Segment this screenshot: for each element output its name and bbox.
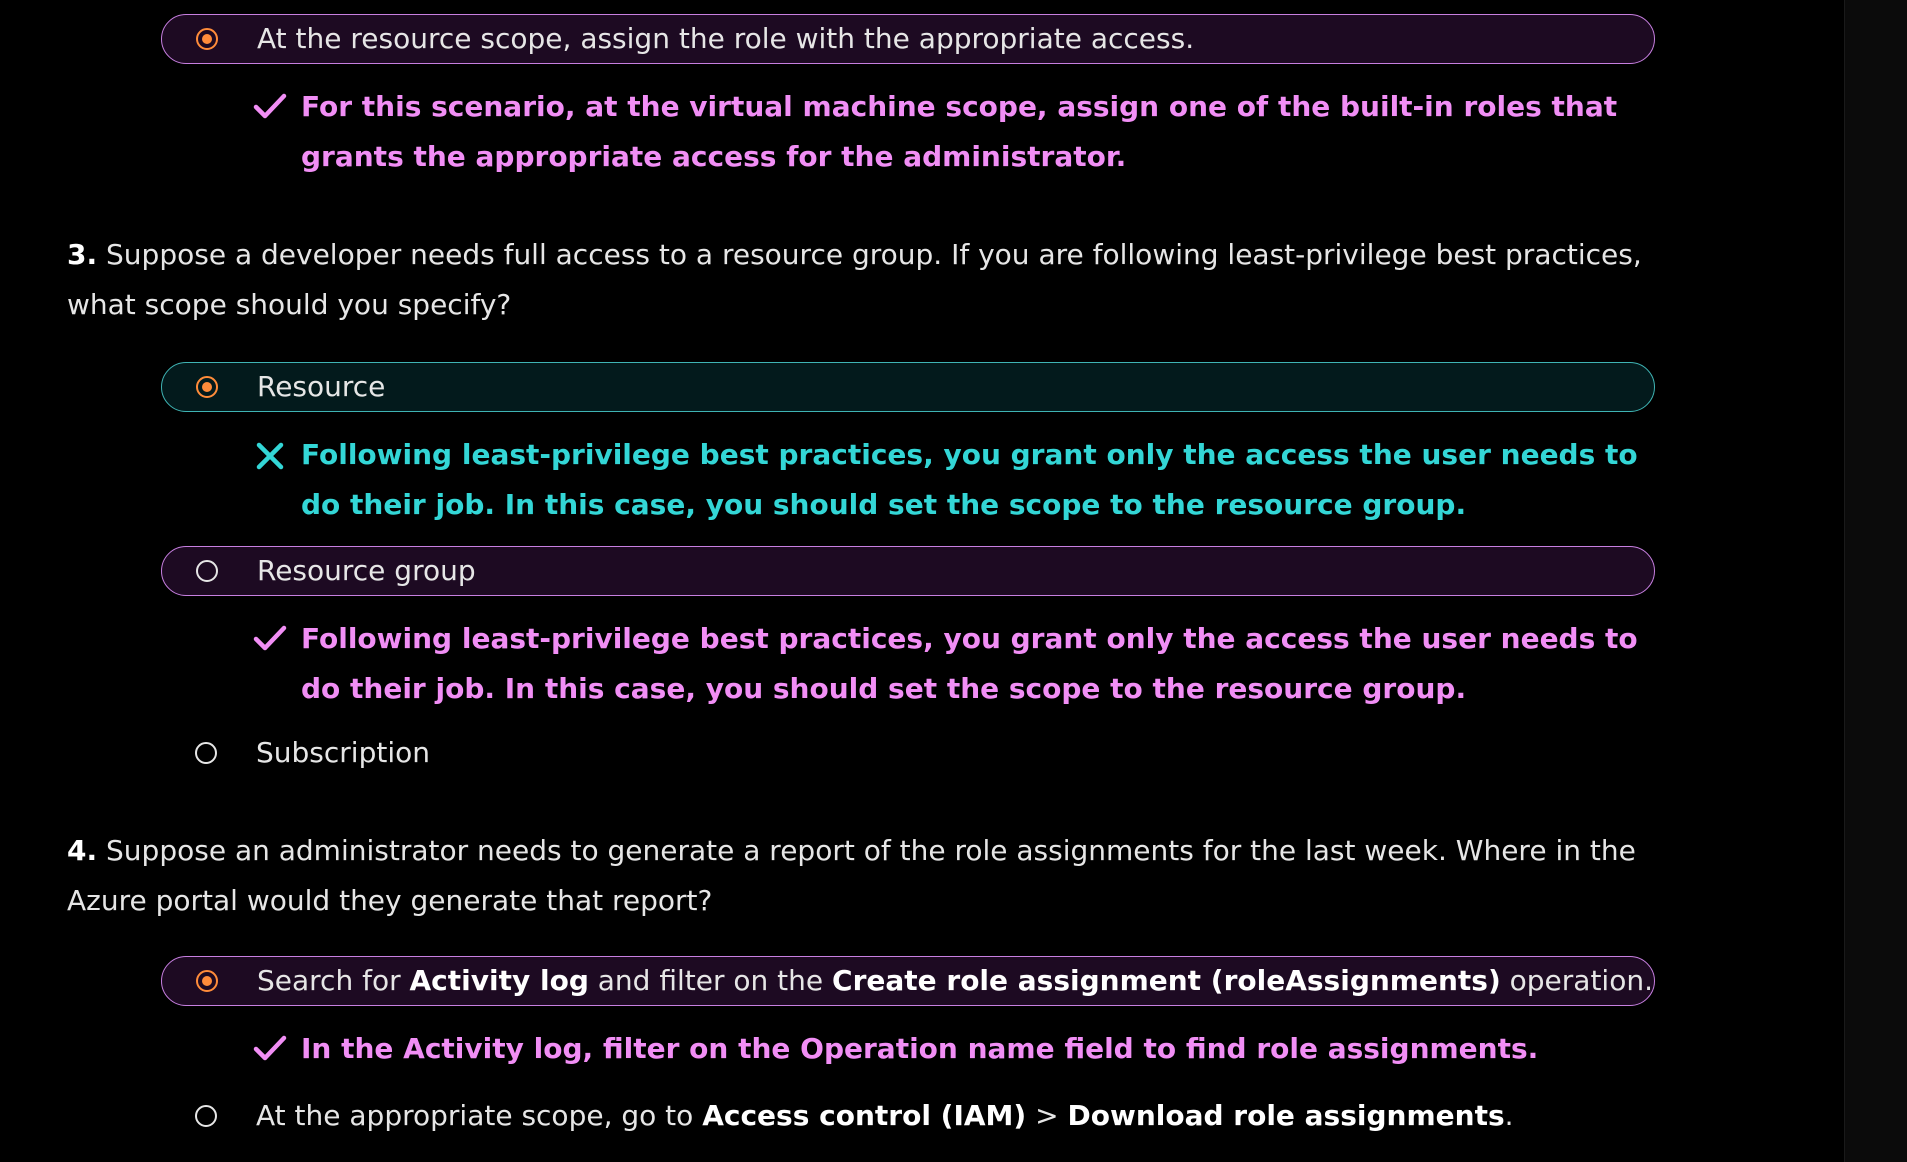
q3-feedback-incorrect-text: Following least-privilege best practices… [301, 438, 1638, 521]
question-4: 4. Suppose an administrator needs to gen… [67, 826, 1687, 926]
checkmark-icon [253, 614, 289, 664]
q3-feedback-correct: Following least-privilege best practices… [253, 614, 1653, 714]
radio-unselected-icon[interactable] [195, 1105, 217, 1127]
radio-unselected-icon[interactable] [196, 560, 218, 582]
radio-selected-icon[interactable] [196, 28, 218, 50]
vertical-scrollbar[interactable] [1844, 0, 1907, 1162]
q3-option-resource-group-label: Resource group [257, 554, 476, 587]
q4-option-activity-log-label: Search for Activity log and filter on th… [257, 964, 1653, 997]
q3-option-subscription[interactable]: Subscription [161, 728, 1655, 778]
question-3-number: 3. [67, 238, 98, 271]
checkmark-icon [253, 1024, 289, 1074]
q4-feedback-text: In the Activity log, filter on the Opera… [301, 1032, 1539, 1065]
q4-option-activity-log[interactable]: Search for Activity log and filter on th… [161, 956, 1655, 1006]
access-control-term: Access control (IAM) [702, 1099, 1027, 1132]
q2-feedback: For this scenario, at the virtual machin… [253, 82, 1653, 182]
radio-unselected-icon[interactable] [195, 742, 217, 764]
download-role-assignments-term: Download role assignments [1067, 1099, 1505, 1132]
q2-option-selected[interactable]: At the resource scope, assign the role w… [161, 14, 1655, 64]
radio-selected-icon[interactable] [196, 970, 218, 992]
question-3: 3. Suppose a developer needs full access… [67, 230, 1687, 330]
q3-option-resource-group[interactable]: Resource group [161, 546, 1655, 596]
question-4-number: 4. [67, 834, 98, 867]
q3-option-resource-label: Resource [257, 370, 386, 403]
q2-option-label: At the resource scope, assign the role w… [257, 22, 1195, 55]
x-mark-icon [253, 430, 289, 480]
radio-selected-icon[interactable] [196, 376, 218, 398]
q4-option-access-control-label: At the appropriate scope, go to Access c… [256, 1099, 1514, 1132]
q3-feedback-correct-text: Following least-privilege best practices… [301, 622, 1638, 705]
create-role-assignment-term: Create role assignment (roleAssignments) [832, 964, 1501, 997]
q2-feedback-text: For this scenario, at the virtual machin… [301, 90, 1618, 173]
q4-option-access-control[interactable]: At the appropriate scope, go to Access c… [161, 1091, 1655, 1141]
question-4-text: Suppose an administrator needs to genera… [67, 834, 1636, 917]
q4-feedback: In the Activity log, filter on the Opera… [253, 1024, 1653, 1074]
q3-feedback-incorrect: Following least-privilege best practices… [253, 430, 1653, 530]
checkmark-icon [253, 82, 289, 132]
question-3-text: Suppose a developer needs full access to… [67, 238, 1642, 321]
quiz-content: At the resource scope, assign the role w… [0, 0, 1845, 1162]
activity-log-term: Activity log [409, 964, 589, 997]
q3-option-resource[interactable]: Resource [161, 362, 1655, 412]
q3-option-subscription-label: Subscription [256, 736, 430, 769]
